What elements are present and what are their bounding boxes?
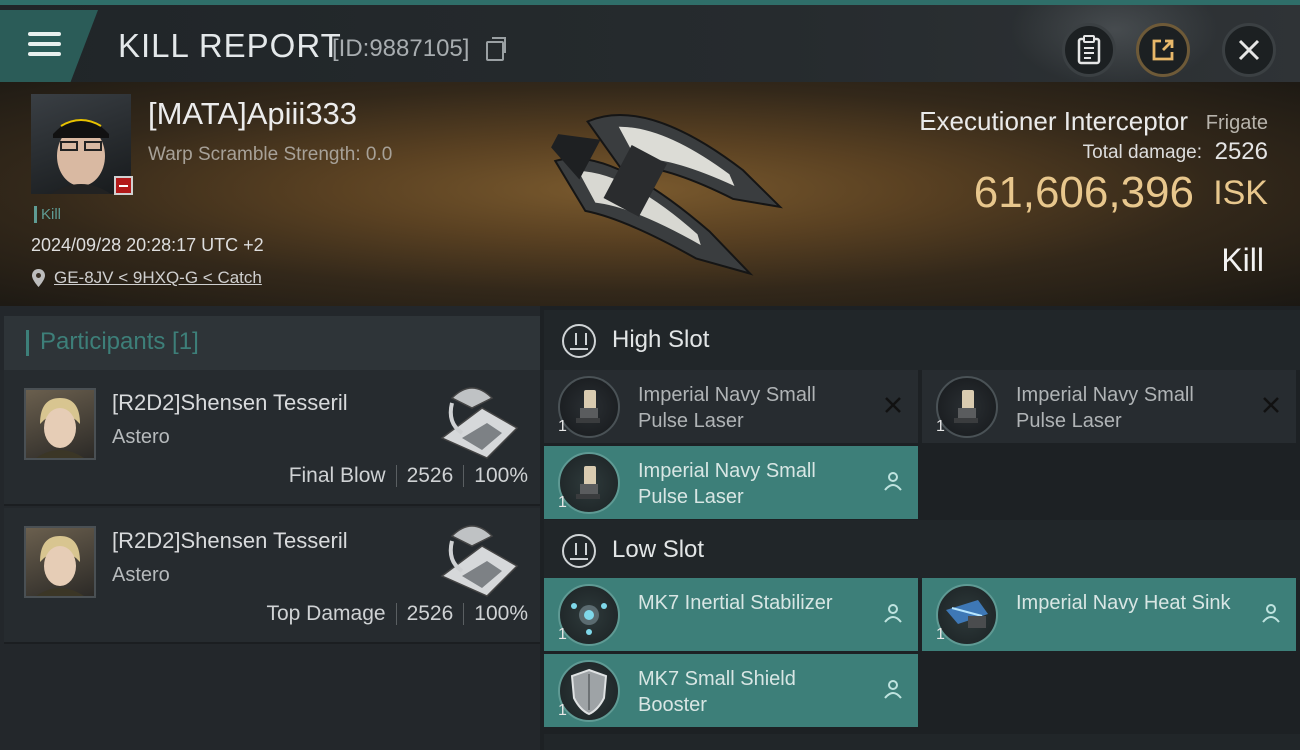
module-name: MK7 Small Shield Booster bbox=[638, 668, 796, 716]
participant-stats: Top Damage 2526 100% bbox=[266, 602, 528, 626]
kill-datetime: 2024/09/28 20:28:17 UTC +2 bbox=[31, 235, 264, 255]
participant-percent: 100% bbox=[474, 464, 528, 487]
module-item[interactable]: 1 MK7 Inertial Stabilizer bbox=[544, 578, 918, 651]
participant-row[interactable]: [R2D2]Shensen Tesseril Astero Final Blow… bbox=[4, 370, 540, 506]
victim-status-badge bbox=[114, 176, 133, 195]
close-button[interactable] bbox=[1222, 23, 1276, 77]
module-name: Imperial Navy Small Pulse Laser bbox=[638, 384, 816, 432]
participant-ship-image bbox=[440, 525, 519, 597]
clipboard-button[interactable] bbox=[1062, 23, 1116, 77]
participants-tab[interactable]: Participants [1] bbox=[4, 316, 540, 372]
destroyed-icon bbox=[885, 397, 901, 413]
person-icon bbox=[884, 680, 902, 699]
close-icon bbox=[1238, 39, 1260, 61]
kill-location-link[interactable]: GE-8JV < 9HXQ-G < Catch bbox=[54, 268, 262, 288]
pulse-laser-icon bbox=[558, 452, 620, 514]
module-name: MK7 Inertial Stabilizer bbox=[638, 592, 833, 614]
participant-avatar bbox=[24, 388, 96, 460]
person-icon bbox=[884, 604, 902, 623]
victim-name[interactable]: [MATA]Apiii333 bbox=[148, 96, 357, 132]
module-quantity: 1 bbox=[936, 418, 945, 435]
next-slot-header bbox=[544, 734, 1300, 750]
participant-name[interactable]: [R2D2]Shensen Tesseril bbox=[112, 528, 348, 554]
inertial-stabilizer-icon bbox=[558, 584, 620, 646]
participant-ship: Astero bbox=[112, 426, 170, 448]
person-icon bbox=[1262, 604, 1280, 623]
person-icon bbox=[884, 472, 902, 491]
isk-unit: ISK bbox=[1213, 174, 1268, 212]
report-id: [ID:9887105] bbox=[332, 35, 470, 62]
kill-tag: Kill bbox=[34, 206, 61, 223]
high-slot-header: High Slot bbox=[544, 310, 1300, 370]
warp-scramble-strength: Warp Scramble Strength: 0.0 bbox=[148, 144, 393, 165]
low-slot-icon bbox=[562, 534, 596, 568]
clipboard-icon bbox=[1077, 35, 1101, 65]
total-damage-label: Total damage: bbox=[1082, 142, 1202, 163]
participant-stats: Final Blow 2526 100% bbox=[289, 464, 528, 488]
module-name: Imperial Navy Heat Sink bbox=[1016, 592, 1231, 614]
pulse-laser-icon bbox=[558, 376, 620, 438]
participant-damage: 2526 bbox=[406, 602, 454, 625]
location-pin-icon bbox=[32, 269, 45, 287]
page-title: KILL REPORT bbox=[118, 27, 342, 64]
module-item[interactable]: 1 MK7 Small Shield Booster bbox=[544, 654, 918, 727]
heat-sink-icon bbox=[936, 584, 998, 646]
fitting-panel: High Slot 1 Imperial Navy Small Pulse La… bbox=[540, 306, 1300, 750]
participant-ship: Astero bbox=[112, 564, 170, 586]
ship-class: Frigate bbox=[1205, 112, 1268, 134]
header-bar: KILL REPORT [ID:9887105] bbox=[0, 0, 1300, 87]
module-name: Imperial Navy Small Pulse Laser bbox=[1016, 384, 1194, 432]
pulse-laser-icon bbox=[936, 376, 998, 438]
participant-avatar bbox=[24, 526, 96, 598]
module-item[interactable]: 1 Imperial Navy Heat Sink bbox=[922, 578, 1296, 651]
module-quantity: 1 bbox=[558, 626, 567, 643]
participant-name[interactable]: [R2D2]Shensen Tesseril bbox=[112, 390, 348, 416]
participant-damage: 2526 bbox=[406, 464, 454, 487]
low-slot-title: Low Slot bbox=[612, 536, 705, 563]
ship-name[interactable]: Executioner Interceptor bbox=[919, 106, 1188, 137]
total-damage-value: 2526 bbox=[1214, 138, 1268, 165]
module-quantity: 1 bbox=[558, 494, 567, 511]
isk-value: 61,606,396 bbox=[973, 168, 1194, 217]
module-quantity: 1 bbox=[558, 702, 567, 719]
low-slot-header: Low Slot bbox=[544, 520, 1300, 580]
module-name: Imperial Navy Small Pulse Laser bbox=[638, 460, 816, 508]
high-slot-icon bbox=[562, 324, 596, 358]
copy-icon[interactable] bbox=[486, 37, 506, 61]
participants-panel: Participants [1] [R2D2]Shensen Tesseril … bbox=[0, 306, 540, 750]
share-icon bbox=[1152, 39, 1174, 61]
high-slot-title: High Slot bbox=[612, 326, 710, 353]
module-quantity: 1 bbox=[936, 626, 945, 643]
destroyed-icon bbox=[1263, 397, 1279, 413]
participant-role: Top Damage bbox=[266, 602, 386, 625]
participant-ship-image bbox=[440, 387, 519, 459]
participant-row[interactable]: [R2D2]Shensen Tesseril Astero Top Damage… bbox=[4, 508, 540, 644]
participants-title: Participants [1] bbox=[40, 328, 199, 355]
victim-summary: [MATA]Apiii333 Warp Scramble Strength: 0… bbox=[0, 82, 1300, 306]
share-button[interactable] bbox=[1136, 23, 1190, 77]
module-item[interactable]: 1 Imperial Navy Small Pulse Laser bbox=[922, 370, 1296, 443]
kill-report-screen: KILL REPORT [ID:9887105] [MATA]Apiii333 … bbox=[0, 0, 1300, 750]
victim-ship-image[interactable] bbox=[520, 92, 790, 302]
module-quantity: 1 bbox=[558, 418, 567, 435]
kill-result: Kill bbox=[1221, 242, 1264, 278]
participant-percent: 100% bbox=[474, 602, 528, 625]
module-item[interactable]: 1 Imperial Navy Small Pulse Laser bbox=[544, 370, 918, 443]
module-item[interactable]: 1 Imperial Navy Small Pulse Laser bbox=[544, 446, 918, 519]
menu-button[interactable] bbox=[0, 10, 98, 82]
participant-role: Final Blow bbox=[288, 464, 386, 487]
shield-booster-icon bbox=[558, 660, 620, 722]
